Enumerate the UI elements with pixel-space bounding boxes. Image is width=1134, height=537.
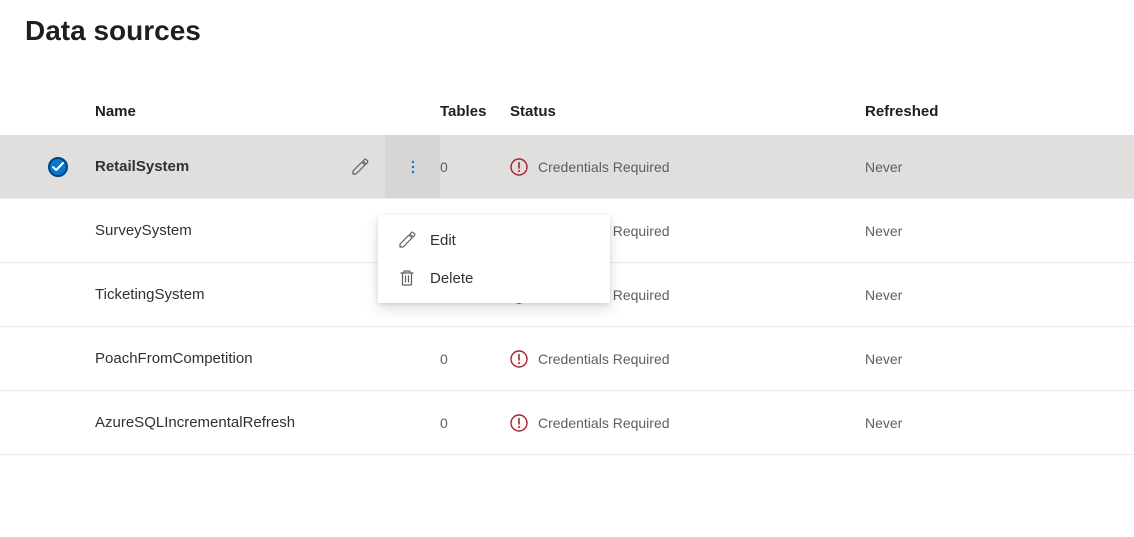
row-tables: 0 bbox=[440, 351, 510, 367]
row-status-text: Credentials Required bbox=[538, 351, 670, 367]
edit-button[interactable] bbox=[335, 158, 385, 176]
row-name: PoachFromCompetition bbox=[95, 350, 335, 367]
row-name: AzureSQLIncrementalRefresh bbox=[95, 414, 335, 431]
row-status-text: Credentials Required bbox=[538, 415, 670, 431]
warning-icon bbox=[510, 414, 528, 432]
pencil-icon bbox=[398, 231, 416, 249]
table-header: Name Tables Status Refreshed bbox=[0, 87, 1134, 135]
row-status: Credentials Required bbox=[510, 350, 865, 368]
edit-button[interactable] bbox=[335, 414, 385, 432]
menu-item-edit[interactable]: Edit bbox=[378, 221, 610, 259]
row-status: Credentials Required bbox=[510, 158, 865, 176]
row-name: SurveySystem bbox=[95, 222, 335, 239]
row-status: Credentials Required bbox=[510, 414, 865, 432]
row-name: RetailSystem bbox=[95, 158, 335, 175]
context-menu: Edit Delete bbox=[378, 215, 610, 303]
vertical-dots-icon bbox=[405, 159, 421, 175]
table-row[interactable]: PoachFromCompetition 0 Credentials Requi… bbox=[0, 327, 1134, 391]
row-refreshed: Never bbox=[865, 351, 1134, 367]
trash-icon bbox=[398, 269, 416, 287]
warning-icon bbox=[510, 158, 528, 176]
table-row[interactable]: AzureSQLIncrementalRefresh 0 Credentials… bbox=[0, 391, 1134, 455]
row-tables: 0 bbox=[440, 415, 510, 431]
menu-item-label: Delete bbox=[430, 270, 473, 287]
row-select-checkbox[interactable] bbox=[0, 157, 95, 177]
row-name: TicketingSystem bbox=[95, 286, 335, 303]
column-header-refreshed[interactable]: Refreshed bbox=[865, 103, 1134, 120]
row-refreshed: Never bbox=[865, 159, 1134, 175]
row-refreshed: Never bbox=[865, 287, 1134, 303]
warning-icon bbox=[510, 350, 528, 368]
column-header-status[interactable]: Status bbox=[510, 103, 865, 120]
menu-item-label: Edit bbox=[430, 232, 456, 249]
pencil-icon bbox=[351, 158, 369, 176]
column-header-tables[interactable]: Tables bbox=[440, 103, 510, 120]
more-options-button[interactable] bbox=[385, 135, 440, 198]
table-row[interactable]: RetailSystem 0 Credentials Required Neve… bbox=[0, 135, 1134, 199]
menu-item-delete[interactable]: Delete bbox=[378, 259, 610, 297]
row-refreshed: Never bbox=[865, 223, 1134, 239]
check-icon bbox=[52, 161, 64, 173]
page-title: Data sources bbox=[25, 15, 1134, 47]
edit-button[interactable] bbox=[335, 350, 385, 368]
row-refreshed: Never bbox=[865, 415, 1134, 431]
row-tables: 0 bbox=[440, 159, 510, 175]
column-header-name[interactable]: Name bbox=[95, 103, 335, 120]
row-status-text: Credentials Required bbox=[538, 159, 670, 175]
